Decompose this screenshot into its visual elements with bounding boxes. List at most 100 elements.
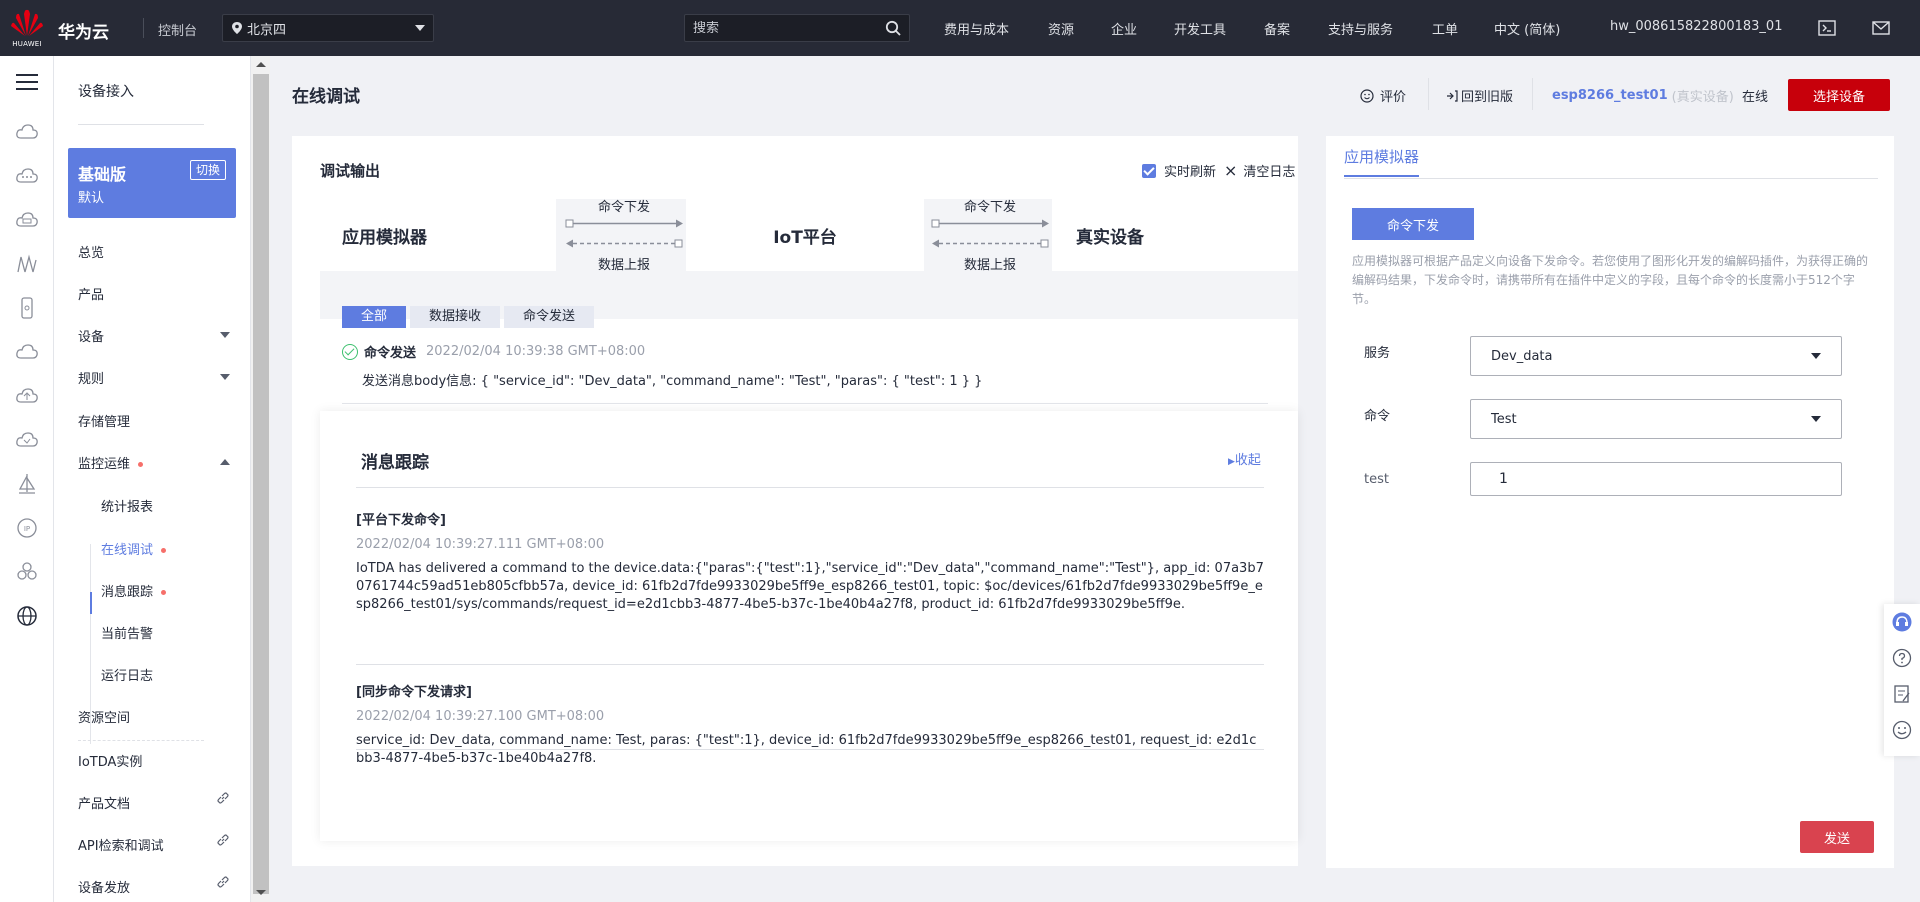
trace-entry-title: [同步命令下发请求] [356, 685, 472, 700]
chevron-down-icon[interactable] [220, 374, 230, 380]
menu-item-stats[interactable]: 统计报表 [101, 496, 153, 515]
emoji-rate-icon[interactable] [1892, 720, 1912, 740]
cloud-vpc-icon[interactable] [15, 208, 39, 232]
huawei-logo[interactable]: HUAWEI [10, 8, 44, 48]
menu-item-rules[interactable]: 规则 [78, 368, 104, 387]
menu-item-overview[interactable]: 总览 [78, 242, 104, 261]
console-link[interactable]: 控制台 [158, 20, 197, 39]
menu-item-product-docs[interactable]: 产品文档 [78, 793, 130, 812]
notification-dot [138, 462, 144, 467]
tab-cmd-sent[interactable]: 命令发送 [504, 306, 595, 328]
ip-address-icon[interactable]: IP [15, 516, 39, 540]
menu-item-device[interactable]: 设备 [78, 326, 104, 345]
simulator-description: 应用模拟器可根据产品定义向设备下发命令。若您使用了图形化开发的编解码插件，为获得… [1352, 254, 1869, 306]
smiley-icon [1360, 88, 1374, 103]
external-link-icon[interactable] [216, 833, 230, 847]
select-device-button[interactable]: 选择设备 [1788, 79, 1890, 111]
trace-entry-time: 2022/02/04 10:39:27.111 GMT+08:00 [356, 537, 605, 552]
chevron-up-icon[interactable] [220, 459, 230, 465]
menu-item-resource-space[interactable]: 资源空间 [78, 707, 130, 726]
collapse-button[interactable]: ▶收起 [1228, 449, 1261, 468]
clear-log-button[interactable]: 清空日志 [1243, 161, 1295, 180]
feedback-edit-icon[interactable] [1892, 684, 1912, 704]
trace-title: 消息跟踪 [361, 453, 429, 473]
globe-icon[interactable] [15, 604, 39, 628]
menu-item-api-explorer[interactable]: API检索和调试 [78, 835, 164, 854]
logo-caption: HUAWEI [12, 40, 42, 48]
menu-item-product[interactable]: 产品 [78, 284, 104, 303]
nav-account[interactable]: hw_008615822800183_01 [1610, 19, 1782, 34]
cloud-network-icon[interactable] [15, 164, 39, 188]
menu-item-device-provision[interactable]: 设备发放 [78, 877, 130, 896]
cluster-icon[interactable] [15, 560, 39, 584]
nav-enterprise[interactable]: 企业 [1111, 19, 1137, 38]
cloud-upload-icon[interactable] [15, 384, 39, 408]
cloud-icon[interactable] [15, 340, 39, 364]
cloud-sync-icon[interactable] [15, 428, 39, 452]
nav-filing[interactable]: 备案 [1264, 19, 1290, 38]
menu-item-online-debug[interactable]: 在线调试 [101, 539, 167, 558]
headset-support-icon[interactable] [1892, 612, 1912, 632]
back-to-old-button[interactable]: 回到旧版 [1446, 86, 1513, 105]
menu-item-run-log[interactable]: 运行日志 [101, 665, 153, 684]
menu-item-alarms[interactable]: 当前告警 [101, 623, 153, 642]
svg-text:IP: IP [24, 525, 30, 533]
device-name[interactable]: esp8266_test01 [1552, 88, 1668, 103]
cloud-ecs-icon[interactable] [15, 120, 39, 144]
brand-name[interactable]: 华为云 [58, 18, 109, 43]
scroll-up-arrow-icon[interactable] [256, 62, 266, 67]
nav-cost[interactable]: 费用与成本 [944, 19, 1009, 38]
rate-label: 评价 [1380, 90, 1407, 105]
cdn-icon[interactable] [15, 252, 39, 276]
terminal-icon[interactable] [1818, 20, 1836, 36]
external-link-icon[interactable] [216, 875, 230, 889]
notification-dot [161, 590, 167, 595]
hamburger-menu-icon[interactable] [15, 72, 39, 92]
mobile-device-icon[interactable] [15, 296, 39, 320]
menu-item-storage[interactable]: 存储管理 [78, 411, 130, 430]
divider [342, 403, 1268, 404]
tab-app-simulator[interactable]: 应用模拟器 [1344, 146, 1420, 177]
param-test-input[interactable] [1470, 462, 1842, 496]
send-button[interactable]: 发送 [1800, 821, 1874, 853]
divider [1344, 178, 1878, 179]
menu-item-iotda-instance[interactable]: IoTDA实例 [78, 751, 142, 770]
nav-resources[interactable]: 资源 [1048, 19, 1074, 38]
command-send-tab-button[interactable]: 命令下发 [1352, 208, 1474, 240]
realtime-refresh-checkbox[interactable]: 实时刷新 × 清空日志 [1142, 161, 1295, 180]
switch-edition-button[interactable]: 切换 [189, 160, 226, 180]
help-icon[interactable] [1892, 648, 1912, 668]
nav-language[interactable]: 中文 (简体) [1494, 19, 1560, 38]
tab-all[interactable]: 全部 [342, 306, 407, 328]
nav-tickets[interactable]: 工单 [1432, 19, 1458, 38]
current-device[interactable]: esp8266_test01 (真实设备) [1552, 86, 1734, 105]
divider [78, 740, 204, 741]
data-up-label: 数据上报 [598, 258, 651, 273]
nav-support[interactable]: 支持与服务 [1328, 19, 1393, 38]
menu-item-monitor[interactable]: 监控运维 [78, 453, 144, 472]
external-link-icon[interactable] [216, 791, 230, 805]
scroll-down-arrow-icon[interactable] [256, 890, 266, 895]
menu-scrollbar[interactable] [250, 56, 270, 902]
service-select[interactable]: Dev_data [1470, 336, 1842, 376]
huawei-flower-icon [11, 9, 43, 36]
side-menu: 设备接入 基础版 默认 切换 总览 产品 设备 规则 存储管理 监控运维 统计报… [54, 56, 250, 902]
nav-dev-tools[interactable]: 开发工具 [1174, 19, 1226, 38]
region-value: 北京四 [247, 22, 287, 38]
command-select[interactable]: Test [1470, 399, 1842, 439]
menu-item-msg-trace[interactable]: 消息跟踪 [101, 581, 167, 600]
mail-icon[interactable] [1872, 21, 1890, 35]
search-input[interactable] [693, 20, 885, 36]
sailboat-icon[interactable] [15, 472, 39, 496]
scrollbar-thumb[interactable] [253, 74, 269, 894]
global-search[interactable] [684, 14, 910, 42]
rate-button[interactable]: 评价 [1360, 86, 1406, 105]
tab-data-received[interactable]: 数据接收 [410, 306, 501, 328]
edition-name: 基础版 [78, 165, 127, 184]
search-icon[interactable] [885, 20, 901, 36]
device-status: 在线 [1742, 90, 1769, 105]
region-select[interactable]: 北京四 [222, 14, 434, 42]
log-type: 命令发送 [364, 346, 417, 361]
cmd-down-label: 命令下发 [598, 200, 651, 215]
chevron-down-icon[interactable] [220, 332, 230, 338]
